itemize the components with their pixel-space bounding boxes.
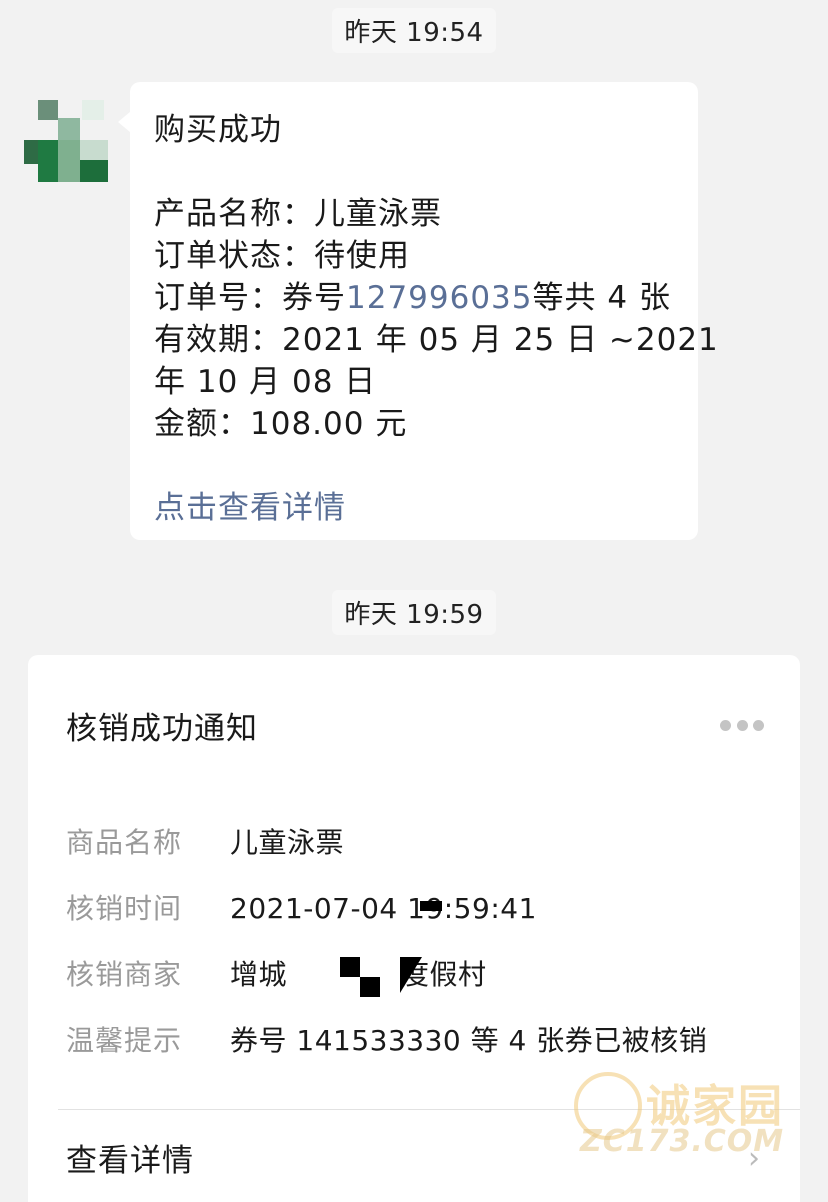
field-label: 核销商家 bbox=[66, 958, 183, 991]
field-value-left: 增城 bbox=[230, 958, 288, 991]
order-number-line: 订单号：券号127996035等共 4 张 bbox=[154, 272, 671, 317]
timestamp: 昨天 19:59 bbox=[0, 590, 828, 635]
timestamp-text: 昨天 19:59 bbox=[332, 590, 496, 635]
order-status-line: 订单状态：待使用 bbox=[154, 238, 410, 274]
redaction-mark bbox=[420, 901, 442, 911]
order-number-link[interactable]: 127996035 bbox=[346, 280, 533, 316]
purchase-title: 购买成功 bbox=[154, 112, 282, 148]
chat-screen: 昨天 19:54 购买成功 产品名称：儿童泳票 订单状态：待使用 订单号：券号1… bbox=[0, 0, 828, 1202]
field-product-name: 商品名称 儿童泳票 bbox=[66, 821, 344, 861]
purchase-message-bubble[interactable]: 购买成功 产品名称：儿童泳票 订单状态：待使用 订单号：券号127996035等… bbox=[118, 82, 718, 540]
field-label: 核销时间 bbox=[66, 892, 183, 925]
field-tip: 温馨提示 券号 141533330 等 4 张券已被核销 bbox=[66, 1019, 707, 1059]
divider bbox=[58, 1109, 800, 1110]
redaction-mark bbox=[340, 957, 360, 977]
validity-line-1: 有效期：2021 年 05 月 25 日 ~2021 bbox=[154, 322, 719, 358]
view-details-link[interactable]: 点击查看详情 bbox=[154, 482, 346, 527]
redaction-mark bbox=[360, 977, 380, 997]
redeem-notification-card[interactable]: 核销成功通知 商品名称 儿童泳票 核销时间 2021-07-04 19:59:41 … bbox=[28, 655, 800, 1202]
field-value: 券号 141533330 等 4 张券已被核销 bbox=[230, 1024, 708, 1057]
amount-line: 金额：108.00 元 bbox=[154, 406, 408, 442]
order-prefix: 订单号：券号 bbox=[154, 280, 346, 316]
field-merchant: 核销商家 增城 度假村 bbox=[66, 953, 487, 993]
product-name-line: 产品名称：儿童泳票 bbox=[154, 196, 442, 232]
view-details-button[interactable]: 查看详情 bbox=[66, 1135, 194, 1180]
field-label: 商品名称 bbox=[66, 826, 183, 859]
card-title: 核销成功通知 bbox=[66, 711, 258, 747]
field-redeem-time: 核销时间 2021-07-04 19:59:41 bbox=[66, 887, 537, 927]
timestamp-text: 昨天 19:54 bbox=[332, 8, 496, 53]
field-label: 温馨提示 bbox=[66, 1024, 183, 1057]
timestamp: 昨天 19:54 bbox=[0, 8, 828, 53]
validity-line-2: 年 10 月 08 日 bbox=[154, 364, 377, 400]
order-suffix: 等共 4 张 bbox=[532, 280, 671, 316]
avatar[interactable] bbox=[24, 100, 110, 182]
field-value: 儿童泳票 bbox=[230, 826, 345, 859]
field-value: 2021-07-04 19:59:41 bbox=[230, 892, 537, 925]
more-dots-icon[interactable] bbox=[720, 715, 764, 735]
chevron-right-icon[interactable]: › bbox=[748, 1141, 760, 1176]
